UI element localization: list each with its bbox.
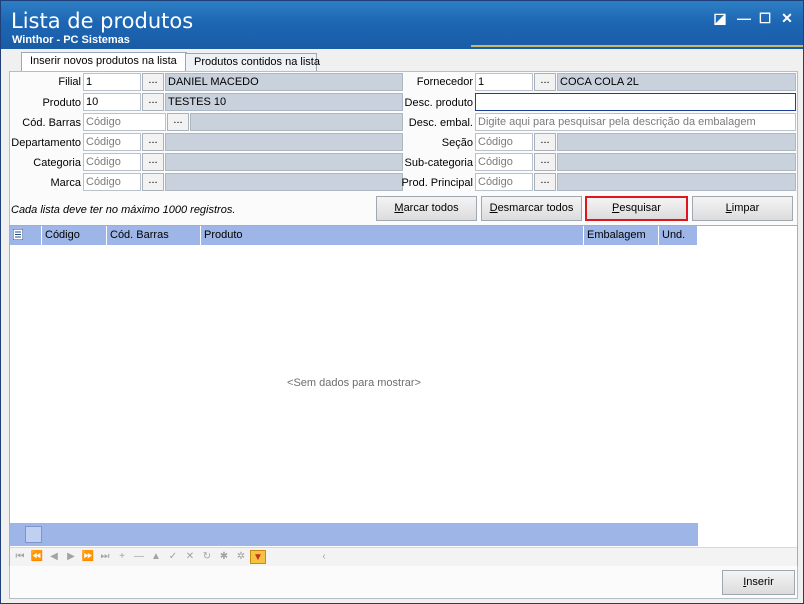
produto-label: Produto [42,97,81,109]
sub-categoria-label: Sub-categoria [404,157,474,169]
marca-lookup-button[interactable]: ... [142,173,164,191]
title-decoration [471,45,803,47]
cancel-edit-icon[interactable]: ✕ [182,550,198,564]
categoria-label: Categoria [33,157,81,169]
categoria-input[interactable]: Código [83,153,141,171]
minimize-button[interactable]: — [736,10,752,26]
filter-icon[interactable]: ▼ [250,550,266,564]
grid-header: Código Cód. Barras Produto Embalagem Und… [10,226,698,245]
marca-input[interactable]: Código [83,173,141,191]
filial-input[interactable]: 1 [83,73,141,91]
pesquisar-button[interactable]: Pesquisar [585,196,688,221]
first-record-icon[interactable]: ⏮ [12,550,28,564]
desc-embal-input[interactable]: Digite aqui para pesquisar pela descriçã… [475,113,796,131]
edit-record-icon[interactable]: ▲ [148,550,164,564]
departamento-lookup-button[interactable]: ... [142,133,164,151]
secao-input[interactable]: Código [475,133,533,151]
append-record-icon[interactable]: + [114,550,130,564]
secao-label: Seção [441,137,473,149]
cod-barras-input[interactable]: Código [83,113,166,131]
last-record-icon[interactable]: ⏭ [97,550,113,564]
column-chooser-icon[interactable] [10,226,42,245]
column-cod-barras[interactable]: Cód. Barras [107,226,201,245]
grid-footer [10,523,698,546]
desc-embal-label: Desc. embal. [408,117,473,129]
tab-produtos-contidos[interactable]: Produtos contidos na lista [185,53,320,72]
close-button[interactable]: ✕ [779,10,795,26]
categoria-description [165,153,403,171]
pesquisar-label: esquisar [619,202,661,214]
marcar-todos-button[interactable]: Marcar todos [376,196,477,221]
marca-description [165,173,403,191]
sub-categoria-input[interactable]: Código [475,153,533,171]
prod-principal-description [557,173,796,191]
prev-page-icon[interactable]: ⏪ [29,550,45,564]
next-record-icon[interactable]: ▶ [63,550,79,564]
marcar-todos-label: arcar todos [403,202,459,214]
records-limit-note: Cada lista deve ter no máximo 1000 regis… [11,204,236,216]
cod-barras-label: Cód. Barras [22,117,81,129]
goto-bookmark-icon[interactable]: ✲ [233,550,249,564]
desc-produto-input[interactable] [475,93,796,111]
prev-record-icon[interactable]: ◀ [46,550,62,564]
marca-label: Marca [50,177,81,189]
next-page-icon[interactable]: ⏩ [80,550,96,564]
desmarcar-todos-button[interactable]: Desmarcar todos [481,196,582,221]
desc-produto-label: Desc. produto [404,97,473,109]
post-edit-icon[interactable]: ✓ [165,550,181,564]
sub-categoria-lookup-button[interactable]: ... [534,153,556,171]
inserir-label: nserir [746,576,774,588]
limpar-button[interactable]: Limpar [692,196,793,221]
refresh-icon[interactable]: ↻ [199,550,215,564]
bookmark-icon[interactable]: ✱ [216,550,232,564]
categoria-lookup-button[interactable]: ... [142,153,164,171]
fornecedor-lookup-button[interactable]: ... [534,73,556,91]
produto-input[interactable]: 10 [83,93,141,111]
filial-description: DANIEL MACEDO [165,73,403,91]
sub-categoria-description [557,153,796,171]
window-title: Lista de produtos [11,9,194,33]
fornecedor-description: COCA COLA 2L [557,73,796,91]
window-subtitle: Winthor - PC Sistemas [12,34,130,46]
produto-description: TESTES 10 [165,93,403,111]
products-grid[interactable]: Código Cód. Barras Produto Embalagem Und… [9,225,798,566]
tab-inserir-novos[interactable]: Inserir novos produtos na lista [21,52,187,72]
departamento-description [165,133,403,151]
filial-lookup-button[interactable]: ... [142,73,164,91]
maximize-button[interactable]: ☐ [757,10,773,26]
secao-description [557,133,796,151]
column-codigo[interactable]: Código [42,226,107,245]
desmarcar-todos-label: esmarcar todos [497,202,574,214]
column-produto[interactable]: Produto [201,226,584,245]
inserir-button[interactable]: Inserir [722,570,795,595]
limpar-label: impar [731,202,760,214]
edit-window-icon[interactable]: ◪ [712,10,728,26]
footer-indicator-cell [25,526,42,543]
grid-navigator: ⏮ ⏪ ◀ ▶ ⏩ ⏭ + — ▲ ✓ ✕ ↻ ✱ ✲ ▼ ‹ [10,547,797,566]
produto-lookup-button[interactable]: ... [142,93,164,111]
prod-principal-label: Prod. Principal [401,177,473,189]
column-embalagem[interactable]: Embalagem [584,226,659,245]
fornecedor-label: Fornecedor [416,76,473,88]
secao-lookup-button[interactable]: ... [534,133,556,151]
fornecedor-input[interactable]: 1 [475,73,533,91]
empty-grid-message: <Sem dados para mostrar> [287,377,421,389]
filial-label: Filial [58,76,81,88]
cod-barras-lookup-button[interactable]: ... [167,113,189,131]
prod-principal-input[interactable]: Código [475,173,533,191]
desmarcar-todos-hotkey: D [489,202,498,214]
marcar-todos-hotkey: M [394,202,404,214]
title-bar: Lista de produtos Winthor - PC Sistemas … [1,1,803,49]
delete-record-icon[interactable]: — [131,550,147,564]
departamento-label: Departamento [11,137,81,149]
departamento-input[interactable]: Código [83,133,141,151]
cod-barras-description [190,113,403,131]
scroll-left-icon[interactable]: ‹ [316,550,332,564]
prod-principal-lookup-button[interactable]: ... [534,173,556,191]
main-window: Lista de produtos Winthor - PC Sistemas … [0,0,804,604]
column-und[interactable]: Und. [659,226,698,245]
